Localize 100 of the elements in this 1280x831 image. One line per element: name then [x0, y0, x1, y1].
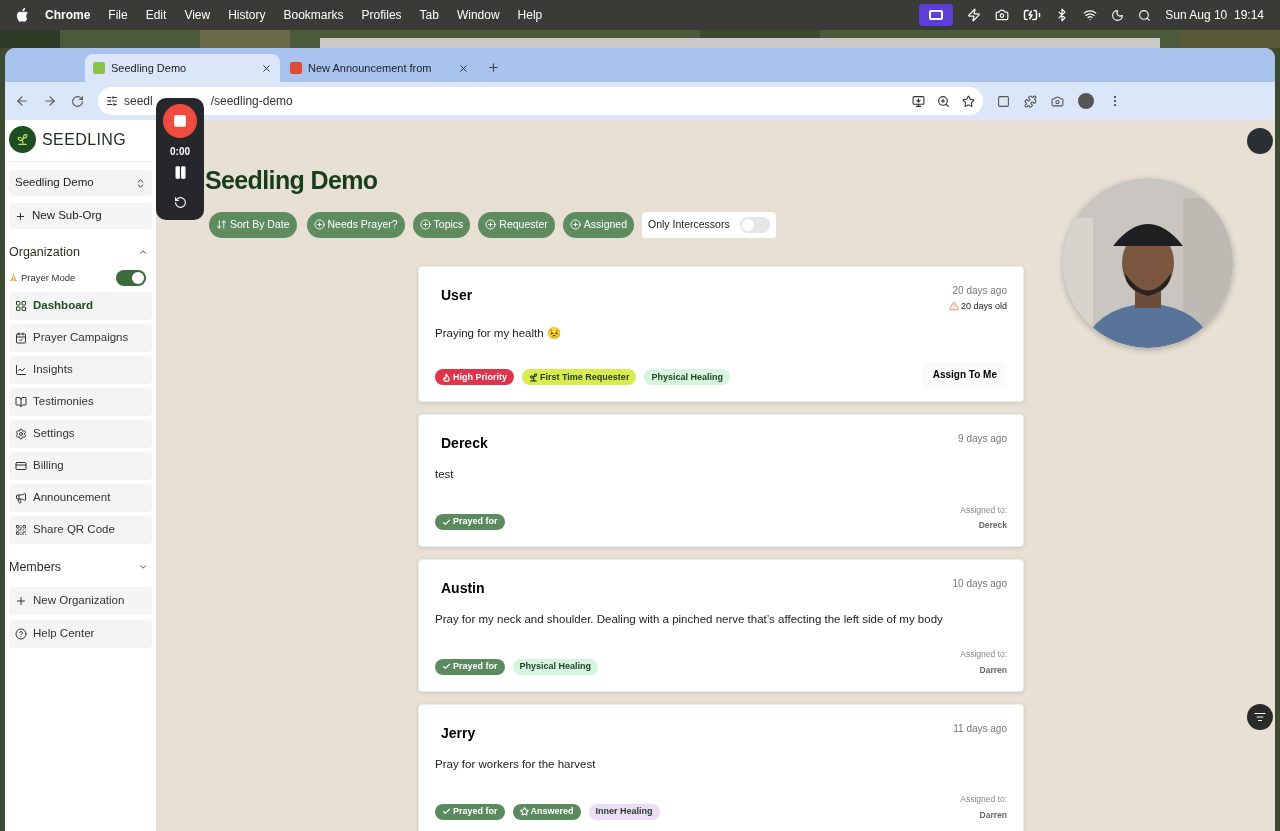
menu-item[interactable]: History	[228, 6, 266, 24]
organization-select[interactable]: Seedling Demo	[9, 170, 152, 196]
add-icon	[485, 219, 497, 230]
add-icon	[419, 219, 431, 230]
nav-item[interactable]: Testimonies	[9, 387, 152, 416]
tag: Prayed for	[435, 803, 505, 820]
tag: Prayed for	[435, 658, 505, 675]
nav-item[interactable]: Settings	[9, 419, 152, 448]
nav-item[interactable]: Share QR Code	[9, 515, 152, 544]
tag: Physical Healing	[512, 658, 599, 675]
wifi-icon[interactable]	[1083, 8, 1098, 22]
time-ago: 9 days ago	[958, 432, 1007, 447]
menu-item[interactable]: Bookmarks	[283, 6, 344, 24]
sprout-icon	[529, 372, 538, 382]
apple-logo-icon[interactable]	[16, 7, 29, 23]
camera-icon[interactable]	[995, 8, 1010, 22]
bookmark-icon[interactable]	[962, 94, 975, 108]
moon-icon[interactable]	[1111, 8, 1125, 22]
requester-name: Jerry	[440, 723, 476, 743]
tag: Prayed for	[435, 514, 505, 530]
stop-button[interactable]	[163, 104, 197, 138]
new-sub-org-button[interactable]: New Sub-Org	[9, 203, 152, 229]
tag: First Time Requester	[522, 369, 637, 386]
plus-icon	[15, 210, 26, 222]
nav-item[interactable]: Billing	[9, 451, 152, 480]
menu-item[interactable]: Profiles	[361, 6, 402, 24]
browser-tab[interactable]: Seedling Demo	[85, 54, 280, 82]
qr-code-icon	[15, 523, 27, 536]
requester-name: User	[440, 285, 473, 305]
profile-avatar[interactable]	[1247, 128, 1273, 154]
requester-name: Austin	[440, 579, 485, 598]
floating-action-button[interactable]	[1247, 704, 1273, 730]
filter-chip[interactable]: Needs Prayer?	[306, 211, 405, 238]
address-bar[interactable]: seedl /seedling-demo	[98, 87, 983, 115]
toggle-switch[interactable]	[739, 216, 770, 233]
request-message: Pray for my neck and shoulder. Dealing with a pinched nerve that’s affecting the left side of my body	[435, 612, 944, 627]
browser-tab[interactable]: New Announcement from	[282, 54, 477, 82]
menu-item[interactable]: Window	[456, 6, 500, 24]
toggle-switch[interactable]	[116, 269, 146, 286]
grid-icon	[15, 299, 27, 312]
brand-name: SEEDLING	[42, 129, 127, 150]
filter-chip[interactable]: Requester	[478, 211, 555, 238]
restart-icon[interactable]	[173, 196, 187, 209]
time-ago: 10 days ago	[952, 577, 1007, 591]
stop-icon	[173, 114, 187, 128]
zoom-icon[interactable]	[937, 94, 950, 108]
age-warning: 20 days old	[960, 299, 1007, 313]
select-chevron-icon	[135, 177, 146, 189]
bolt-icon[interactable]	[967, 8, 982, 22]
section-header[interactable]: Members	[9, 557, 152, 577]
menu-item[interactable]: View	[184, 6, 211, 24]
back-icon[interactable]	[15, 94, 29, 108]
calendar-icon	[15, 331, 27, 344]
menu-item[interactable]: File	[108, 6, 128, 24]
favicon-icon	[290, 62, 302, 74]
filter-chip[interactable]: Topics	[412, 211, 471, 238]
assign-button[interactable]: Assign To Me	[922, 362, 1007, 388]
section-header[interactable]: Organization	[9, 243, 152, 262]
screen-share-icon[interactable]	[919, 4, 954, 26]
camera-icon[interactable]	[1051, 94, 1064, 108]
nav-item[interactable]: Prayer Campaigns	[9, 323, 152, 352]
sidebar-link[interactable]: New Organization	[9, 586, 152, 615]
reload-icon[interactable]	[71, 94, 84, 108]
new-tab-icon[interactable]	[487, 61, 500, 74]
url-text: seedl	[124, 93, 153, 110]
filter-chip[interactable]: Sort By Date	[209, 211, 297, 238]
menu-item[interactable]: Help	[517, 6, 543, 24]
app-menu[interactable]: Chrome	[45, 6, 91, 24]
forward-icon[interactable]	[43, 94, 57, 108]
check-icon	[442, 517, 451, 527]
book-icon	[15, 395, 27, 408]
add-icon	[313, 219, 325, 230]
recording-timer: 0:00	[170, 145, 190, 159]
favicon-icon	[93, 62, 105, 74]
assigned-label: Assigned to:	[960, 648, 1007, 661]
menu-item[interactable]: Tab	[419, 6, 439, 24]
prayer-mode-label: Prayer Mode	[21, 270, 76, 285]
close-icon[interactable]	[261, 62, 272, 74]
extensions-icon[interactable]	[1024, 94, 1037, 108]
assignee-name: Dereck	[978, 519, 1007, 532]
filter-chip[interactable]: Assigned	[562, 211, 634, 238]
install-icon[interactable]	[912, 94, 925, 108]
pause-icon[interactable]	[172, 165, 188, 180]
menu-clock: Sun Aug 10 19:14	[1165, 7, 1264, 24]
profile-avatar[interactable]	[1078, 93, 1094, 109]
search-icon[interactable]	[1138, 8, 1152, 22]
list-icon	[1254, 711, 1266, 723]
nav-item[interactable]: Insights	[9, 355, 152, 384]
sidebar-link[interactable]: Help Center	[9, 619, 152, 648]
menu-item[interactable]: Edit	[145, 6, 167, 24]
megaphone-icon	[15, 491, 27, 504]
assigned-label: Assigned to:	[960, 793, 1007, 806]
request-message: Pray for workers for the harvest	[435, 756, 597, 772]
close-icon[interactable]	[458, 62, 469, 74]
nav-item[interactable]: Announcement	[9, 483, 152, 512]
assigned-label: Assigned to:	[960, 503, 1007, 517]
page-title: Seedling Demo	[205, 165, 379, 196]
nav-item[interactable]: Dashboard	[9, 291, 152, 320]
check-icon	[442, 807, 451, 816]
site-settings-icon[interactable]	[106, 95, 118, 107]
